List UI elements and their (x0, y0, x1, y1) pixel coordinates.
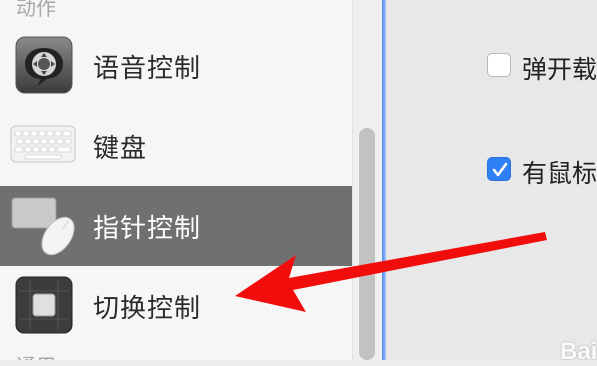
pointer-control-icon (11, 197, 75, 256)
sidebar-item-label: 切换控制 (93, 294, 202, 324)
checkmark-icon (492, 162, 508, 177)
switch-control-icon (15, 276, 73, 334)
sidebar-item-voice-control[interactable]: 语音控制 (0, 26, 352, 106)
sidebar: 动作 语音控制 键盘 指针控制 切换控制 (0, 0, 352, 360)
option-label-2: 有鼠标 (522, 159, 597, 188)
sidebar-item-label: 指针控制 (93, 214, 202, 244)
section-header-actions: 动作 (16, 0, 56, 20)
sidebar-item-pointer-control[interactable]: 指针控制 (0, 186, 352, 266)
sidebar-scrollbar-thumb[interactable] (359, 128, 375, 360)
main-panel: 弹开载 有鼠标 (386, 0, 597, 360)
voice-control-icon (15, 36, 73, 94)
option-checkbox-1[interactable] (487, 53, 511, 77)
option-label-1: 弹开载 (522, 55, 597, 84)
sidebar-item-label: 语音控制 (93, 54, 202, 84)
watermark-text: Bai (560, 338, 597, 365)
section-header-general: 通用 (16, 350, 56, 360)
sidebar-item-switch-control[interactable]: 切换控制 (0, 266, 352, 346)
option-checkbox-2[interactable] (487, 157, 511, 181)
sidebar-item-keyboard[interactable]: 键盘 (0, 106, 352, 186)
sidebar-item-label: 键盘 (93, 134, 148, 164)
keyboard-icon (10, 125, 76, 163)
